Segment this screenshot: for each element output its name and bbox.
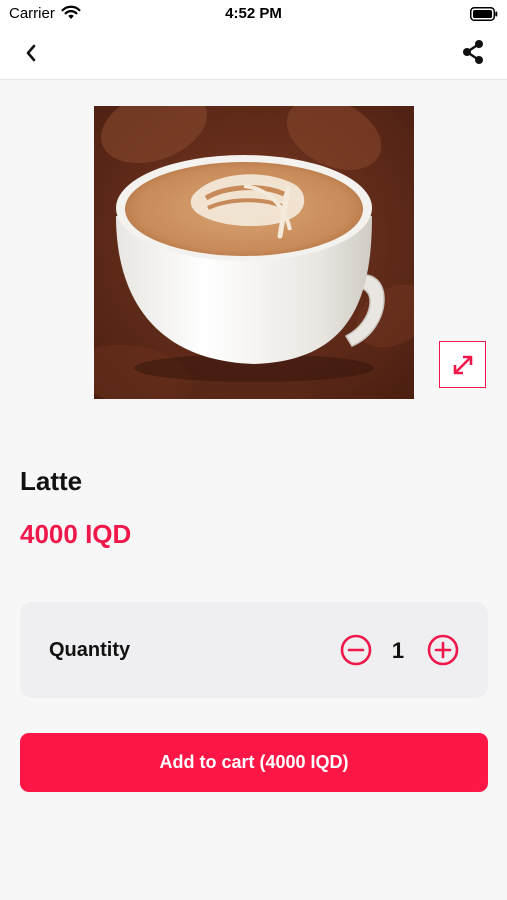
- expand-icon: [453, 355, 472, 374]
- quantity-card: Quantity 1: [20, 602, 488, 698]
- add-to-cart-button[interactable]: Add to cart (4000 IQD): [20, 733, 488, 792]
- decrease-quantity-button[interactable]: [340, 634, 372, 666]
- product-name: Latte: [20, 466, 83, 496]
- quantity-value: 1: [391, 638, 405, 663]
- chevron-left-icon: [26, 44, 36, 62]
- back-button[interactable]: [18, 40, 44, 66]
- status-time: 4:52 PM: [225, 5, 282, 22]
- expand-image-button[interactable]: [439, 341, 486, 388]
- quantity-label: Quantity: [49, 639, 131, 661]
- product-image: [94, 106, 414, 399]
- nav-bar: [0, 28, 507, 80]
- increase-quantity-button[interactable]: [427, 634, 459, 666]
- battery-icon: [470, 7, 498, 26]
- share-button[interactable]: [459, 38, 487, 66]
- plus-circle-icon: [427, 634, 459, 666]
- product-price: 4000 IQD: [20, 519, 132, 549]
- minus-circle-icon: [340, 634, 372, 666]
- status-bar: Carrier 4:52 PM: [0, 0, 507, 28]
- share-icon: [463, 40, 483, 64]
